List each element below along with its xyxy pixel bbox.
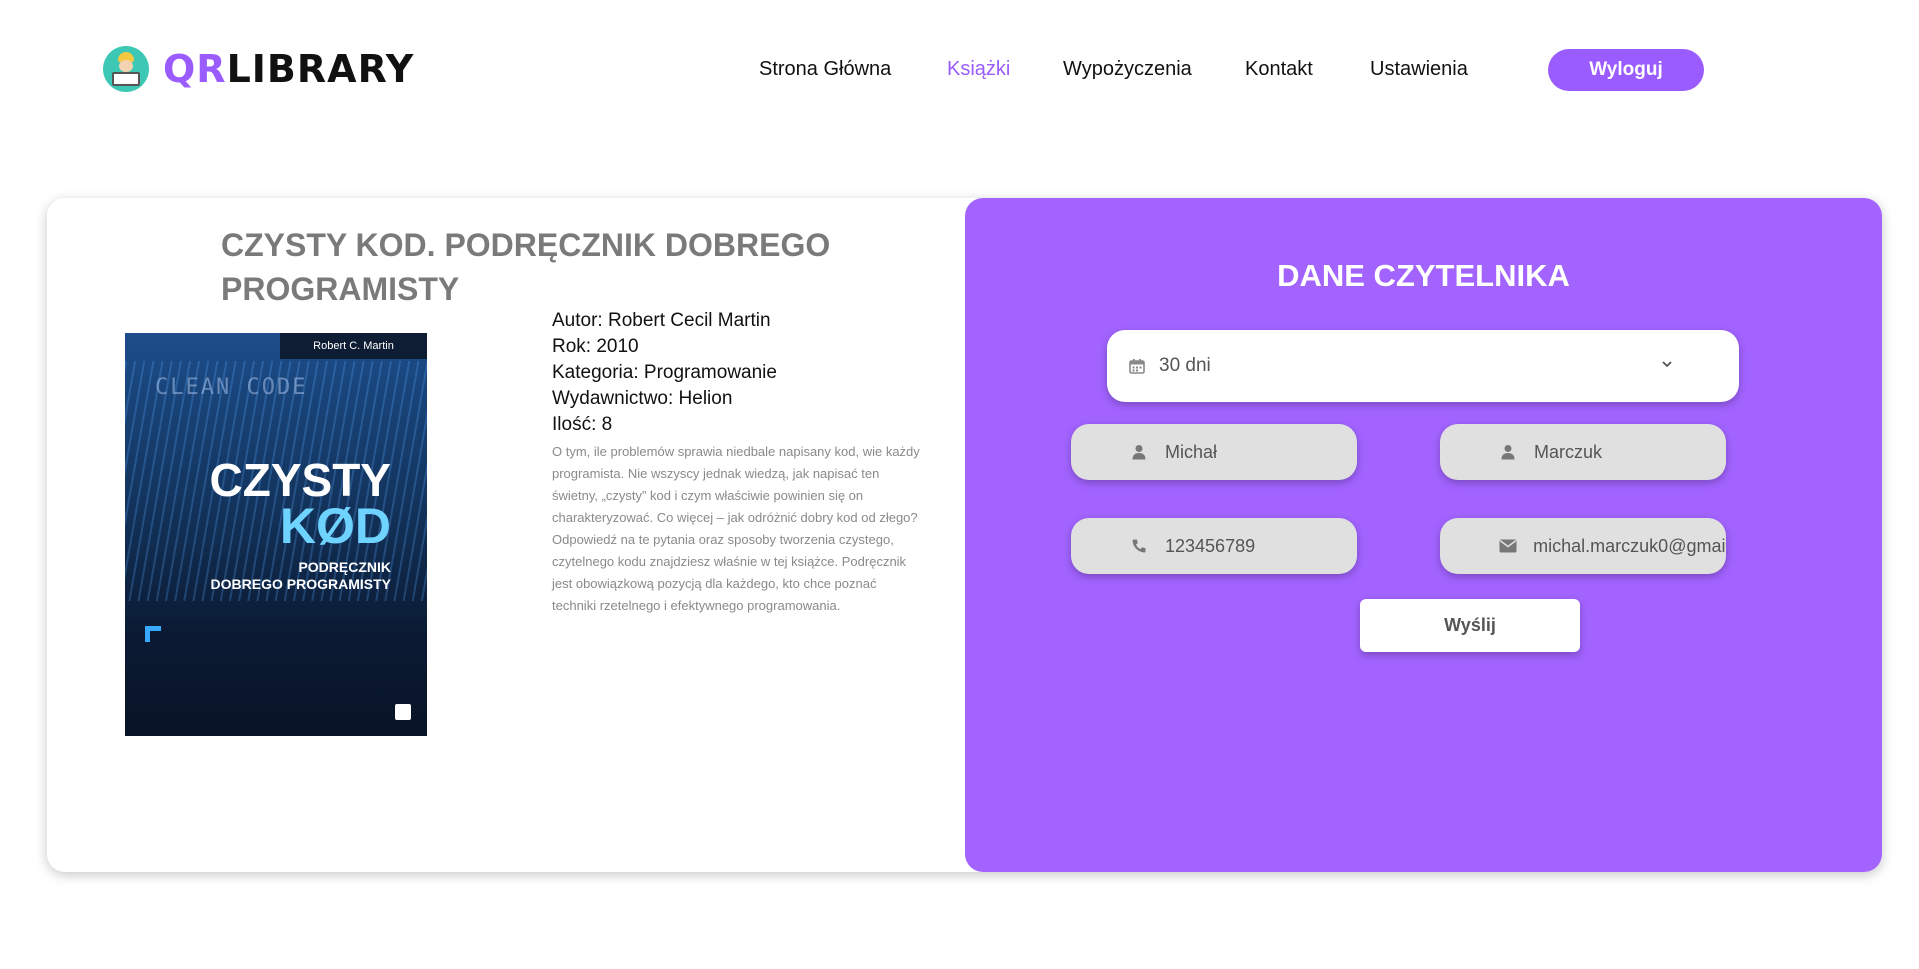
cover-title-line2: KØD bbox=[279, 498, 391, 554]
book-card: CZYSTY KOD. PODRĘCZNIK DOBREGO PROGRAMIS… bbox=[47, 198, 1882, 872]
chevron-down-icon bbox=[1659, 356, 1675, 372]
first-name-value: Michał bbox=[1165, 441, 1218, 462]
nav-books[interactable]: Książki bbox=[947, 56, 1010, 82]
cover-subtitle-line1: PODRĘCZNIK bbox=[298, 559, 391, 575]
phone-icon bbox=[1129, 536, 1149, 556]
nav-settings[interactable]: Ustawienia bbox=[1370, 56, 1468, 82]
phone-value: 123456789 bbox=[1165, 535, 1256, 556]
user-icon bbox=[1129, 442, 1149, 462]
phone-field[interactable]: 123456789 bbox=[1071, 518, 1357, 574]
cover-subtitle-line2: DOBREGO PROGRAMISTY bbox=[210, 576, 391, 592]
book-cover-image: Robert C. Martin CLEAN CODE CZYSTY KØD P… bbox=[125, 333, 427, 736]
book-quantity: Ilość: 8 bbox=[552, 414, 613, 435]
book-category: Kategoria: Programowanie bbox=[552, 362, 777, 383]
nav-home[interactable]: Strona Główna bbox=[759, 56, 891, 82]
last-name-field[interactable]: Marczuk bbox=[1440, 424, 1726, 480]
publisher-logo-icon bbox=[395, 704, 411, 720]
reader-form-panel: DANE CZYTELNIKA 30 dni Michał Marczuk 12… bbox=[965, 198, 1882, 872]
email-value: michal.marczuk0@gmail. bbox=[1533, 535, 1726, 556]
email-field[interactable]: michal.marczuk0@gmail. bbox=[1440, 518, 1726, 574]
cover-title-line1: CZYSTY bbox=[209, 454, 391, 506]
submit-button[interactable]: Wyślij bbox=[1360, 599, 1580, 652]
book-description: O tym, ile problemów sprawia niedbale na… bbox=[552, 444, 920, 613]
user-icon bbox=[1498, 442, 1518, 462]
nav-loans[interactable]: Wypożyczenia bbox=[1063, 56, 1192, 82]
last-name-value: Marczuk bbox=[1534, 441, 1603, 462]
logout-button[interactable]: Wyloguj bbox=[1548, 49, 1704, 91]
book-year: Rok: 2010 bbox=[552, 336, 639, 357]
header: QRLIBRARY Strona Główna Książki Wypożycz… bbox=[0, 0, 1919, 140]
cover-corner-mark bbox=[145, 626, 161, 642]
book-meta: Autor: Robert Cecil Martin Rok: 2010 Kat… bbox=[552, 308, 777, 438]
book-author: Autor: Robert Cecil Martin bbox=[552, 310, 771, 331]
first-name-field[interactable]: Michał bbox=[1071, 424, 1357, 480]
cover-author: Robert C. Martin bbox=[280, 333, 427, 359]
book-publisher: Wydawnictwo: Helion bbox=[552, 388, 733, 409]
cover-subtitle: PODRĘCZNIK DOBREGO PROGRAMISTY bbox=[211, 559, 391, 593]
calendar-icon bbox=[1129, 358, 1145, 374]
reader-form-title: DANE CZYTELNIKA bbox=[1277, 258, 1570, 293]
book-details-panel: CZYSTY KOD. PODRĘCZNIK DOBREGO PROGRAMIS… bbox=[47, 198, 965, 872]
loan-period-select[interactable]: 30 dni bbox=[1107, 330, 1739, 402]
book-title: CZYSTY KOD. PODRĘCZNIK DOBREGO PROGRAMIS… bbox=[221, 227, 831, 307]
envelope-icon bbox=[1498, 536, 1517, 556]
nav-contact[interactable]: Kontakt bbox=[1245, 56, 1313, 82]
loan-period-value: 30 dni bbox=[1159, 355, 1211, 376]
cover-ghost-text: CLEAN CODE bbox=[155, 375, 308, 400]
